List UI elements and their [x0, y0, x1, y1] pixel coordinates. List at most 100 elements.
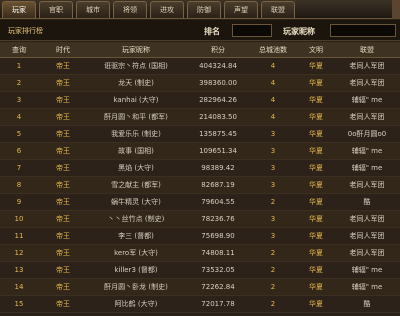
- score-cell: 404324.84: [199, 62, 237, 70]
- table-row[interactable]: 4 帝王 酐月圆丶和平 (都军) 214083.50 4 华夏 老同人军团: [0, 109, 400, 126]
- alliance-cell[interactable]: 辅辐" me: [334, 164, 400, 172]
- alliance-cell[interactable]: 老同人军团: [334, 62, 400, 70]
- era-cell: 帝王: [56, 249, 70, 257]
- era-cell: 帝王: [56, 215, 70, 223]
- nickname-cell[interactable]: 我爱乐乐 (制史): [86, 130, 186, 138]
- nickname-cell[interactable]: 龙天 (制史): [86, 79, 186, 87]
- table-row[interactable]: 10 帝王 丶丶丝竹点 (制史) 78236.76 3 华夏 老同人军团: [0, 211, 400, 228]
- nickname-cell[interactable]: 酐月圆丶和平 (都军): [86, 113, 186, 121]
- table-row[interactable]: 11 帝王 李三 (督都) 75698.90 3 华夏 老同人军团: [0, 228, 400, 245]
- alliance-cell[interactable]: 0o酐月圆o0: [334, 130, 400, 138]
- rank-filter-label: 排名: [204, 27, 220, 36]
- alliance-cell[interactable]: 老同人军团: [334, 181, 400, 189]
- score-cell: 72017.78: [201, 300, 235, 308]
- civilization-cell: 华夏: [309, 266, 323, 274]
- rank-cell: 5: [16, 130, 22, 138]
- tab-5[interactable]: 防御: [187, 1, 221, 18]
- era-cell: 帝王: [56, 130, 70, 138]
- tab-7[interactable]: 联盟: [261, 1, 295, 18]
- alliance-cell[interactable]: 辅辐" me: [334, 147, 400, 155]
- score-cell: 98389.42: [201, 164, 235, 172]
- alliance-cell[interactable]: 辅辐" me: [334, 266, 400, 274]
- civilization-cell: 华夏: [309, 198, 323, 206]
- rank-input[interactable]: [232, 24, 272, 37]
- city-count-cell: 2: [270, 300, 276, 308]
- table-row[interactable]: 3 帝王 kanhai (大守) 282964.26 4 华夏 辅辐" me: [0, 92, 400, 109]
- rank-cell: 9: [16, 198, 22, 206]
- nickname-cell[interactable]: 雪之献主 (都军): [86, 181, 186, 189]
- alliance-cell[interactable]: 辅辐" me: [334, 283, 400, 291]
- city-count-cell: 3: [270, 232, 276, 240]
- nickname-cell[interactable]: 丶丶丝竹点 (制史): [86, 215, 186, 223]
- era-cell: 帝王: [56, 266, 70, 274]
- era-cell: 帝王: [56, 300, 70, 308]
- alliance-cell[interactable]: 辅辐" me: [334, 96, 400, 104]
- score-cell: 214083.50: [199, 113, 237, 121]
- alliance-cell[interactable]: 老同人军团: [334, 249, 400, 257]
- nickname-cell[interactable]: 阿比鹤 (大守): [86, 300, 186, 308]
- table-row[interactable]: 15 帝王 阿比鹤 (大守) 72017.78 2 华夏 酷: [0, 296, 400, 313]
- table-header: 查询 时代 玩家昵称 积分 总城池数 文明 联盟: [0, 42, 400, 58]
- alliance-cell[interactable]: 酷: [334, 198, 400, 206]
- column-header-rank: 查询: [12, 46, 26, 54]
- table-row[interactable]: 2 帝王 龙天 (制史) 398360.00 4 华夏 老同人军团: [0, 75, 400, 92]
- score-cell: 79604.55: [201, 198, 235, 206]
- nickname-cell[interactable]: 诳驱宗丶符点 (国相): [86, 62, 186, 70]
- table-row[interactable]: 13 帝王 killer3 (督都) 73532.05 2 华夏 辅辐" me: [0, 262, 400, 279]
- alliance-cell[interactable]: 老同人军团: [334, 79, 400, 87]
- title-bar: 玩家排行榜 排名 玩家昵称: [0, 20, 400, 41]
- tab-3[interactable]: 将领: [113, 1, 147, 18]
- table-row[interactable]: 14 帝王 酐月圆丶卧龙 (制史) 72262.84 2 华夏 辅辐" me: [0, 279, 400, 296]
- column-header-alliance: 联盟: [360, 46, 374, 54]
- alliance-cell[interactable]: 老同人军团: [334, 215, 400, 223]
- era-cell: 帝王: [56, 113, 70, 121]
- table-row[interactable]: 7 帝王 黑焰 (大守) 98389.42 3 华夏 辅辐" me: [0, 160, 400, 177]
- rank-cell: 14: [14, 283, 24, 291]
- rank-cell: 1: [16, 62, 22, 70]
- table-row[interactable]: 1 帝王 诳驱宗丶符点 (国相) 404324.84 4 华夏 老同人军团: [0, 58, 400, 75]
- alliance-cell[interactable]: 老同人军团: [334, 232, 400, 240]
- alliance-cell[interactable]: 老同人军团: [334, 113, 400, 121]
- table-row[interactable]: 6 帝王 故事 (国相) 109651.34 3 华夏 辅辐" me: [0, 143, 400, 160]
- civilization-cell: 华夏: [309, 79, 323, 87]
- civilization-cell: 华夏: [309, 249, 323, 257]
- column-header-era: 时代: [56, 46, 70, 54]
- era-cell: 帝王: [56, 62, 70, 70]
- score-cell: 78236.76: [201, 215, 235, 223]
- tab-1[interactable]: 官职: [39, 1, 73, 18]
- score-cell: 135875.45: [199, 130, 237, 138]
- city-count-cell: 2: [270, 283, 276, 291]
- table-row[interactable]: 8 帝王 雪之献主 (都军) 82687.19 3 华夏 老同人军团: [0, 177, 400, 194]
- score-cell: 109651.34: [199, 147, 237, 155]
- era-cell: 帝王: [56, 232, 70, 240]
- nickname-cell[interactable]: 李三 (督都): [86, 232, 186, 240]
- score-cell: 74808.11: [201, 249, 235, 257]
- city-count-cell: 3: [270, 164, 276, 172]
- rank-cell: 3: [16, 96, 22, 104]
- nickname-cell[interactable]: 蜗牛精灵 (大守): [86, 198, 186, 206]
- city-count-cell: 3: [270, 147, 276, 155]
- tab-2[interactable]: 城市: [76, 1, 110, 18]
- table-row[interactable]: 12 帝王 kero军 (大守) 74808.11 2 华夏 老同人军团: [0, 245, 400, 262]
- civilization-cell: 华夏: [309, 113, 323, 121]
- era-cell: 帝王: [56, 198, 70, 206]
- nickname-cell[interactable]: 黑焰 (大守): [86, 164, 186, 172]
- city-count-cell: 4: [270, 62, 276, 70]
- score-cell: 398360.00: [199, 79, 237, 87]
- tab-0[interactable]: 玩家: [2, 1, 36, 18]
- nickname-cell[interactable]: 故事 (国相): [86, 147, 186, 155]
- nickname-input[interactable]: [330, 24, 396, 37]
- alliance-cell[interactable]: 酷: [334, 300, 400, 308]
- score-cell: 282964.26: [199, 96, 237, 104]
- table-row[interactable]: 5 帝王 我爱乐乐 (制史) 135875.45 3 华夏 0o酐月圆o0: [0, 126, 400, 143]
- table-row[interactable]: 9 帝王 蜗牛精灵 (大守) 79604.55 2 华夏 酷: [0, 194, 400, 211]
- city-count-cell: 3: [270, 215, 276, 223]
- nickname-cell[interactable]: kanhai (大守): [86, 96, 186, 104]
- rank-cell: 4: [16, 113, 22, 121]
- rank-cell: 10: [14, 215, 24, 223]
- tab-6[interactable]: 声望: [224, 1, 258, 18]
- nickname-cell[interactable]: killer3 (督都): [86, 266, 186, 274]
- nickname-cell[interactable]: kero军 (大守): [86, 249, 186, 257]
- nickname-cell[interactable]: 酐月圆丶卧龙 (制史): [86, 283, 186, 291]
- tab-4[interactable]: 进攻: [150, 1, 184, 18]
